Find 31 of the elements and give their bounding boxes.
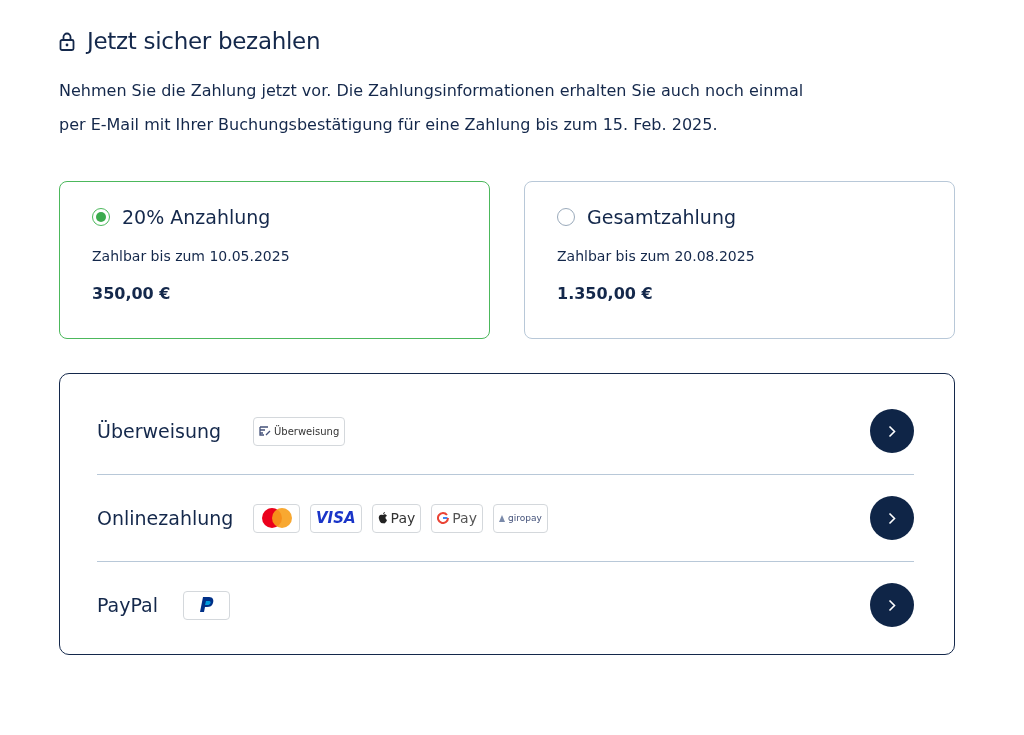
amount-text: 350,00 € (92, 284, 172, 303)
pay-text: Pay (390, 510, 416, 526)
overlapping-circles-icon (259, 507, 294, 529)
transfer-text: Überweisung (274, 425, 340, 437)
next-button[interactable] (870, 496, 914, 540)
method-label: Onlinezahlung (97, 507, 235, 529)
giropay-text: giropay (508, 513, 542, 523)
chevron-right-icon (888, 598, 896, 612)
due-date-text: Zahlbar bis zum 20.08.2025 (557, 248, 756, 264)
payment-option-card[interactable]: Gesamtzahlung Zahlbar bis zum 20.08.2025 1.350,00 € (524, 181, 955, 339)
document-icon (259, 426, 271, 436)
payment-option-card[interactable]: 20% Anzahlung Zahlbar bis zum 10.05.2025 350,00 € (59, 181, 490, 339)
chevron-right-icon (888, 424, 896, 438)
triangle-icon (499, 514, 505, 522)
next-button[interactable] (870, 409, 914, 453)
apple-icon (377, 512, 388, 524)
p-logo-icon (199, 596, 214, 614)
due-date-text: Zahlbar bis zum 10.05.2025 (92, 248, 291, 264)
pay-text: Pay (452, 510, 477, 526)
next-button[interactable] (870, 583, 914, 627)
option-label: 20% Anzahlung (122, 206, 271, 228)
method-label: PayPal (97, 594, 160, 616)
g-icon (437, 512, 450, 524)
amount-text: 1.350,00 € (557, 284, 654, 303)
chevron-right-icon (888, 511, 896, 525)
intro-text: Nehmen Sie die Zahlung jetzt vor. Die Zahlungsinformationen erhalten Sie auch noch einmal per E-Mail mit Ihrer Buchungsbestätigung für eine Zahlung bis zum 15. Feb. 2025. (59, 80, 805, 136)
page-title: Jetzt sicher bezahlen (87, 28, 321, 54)
visa-text: VISA (316, 509, 356, 527)
method-label: Überweisung (97, 420, 223, 442)
option-label: Gesamtzahlung (587, 206, 736, 228)
lock-icon (59, 31, 75, 51)
